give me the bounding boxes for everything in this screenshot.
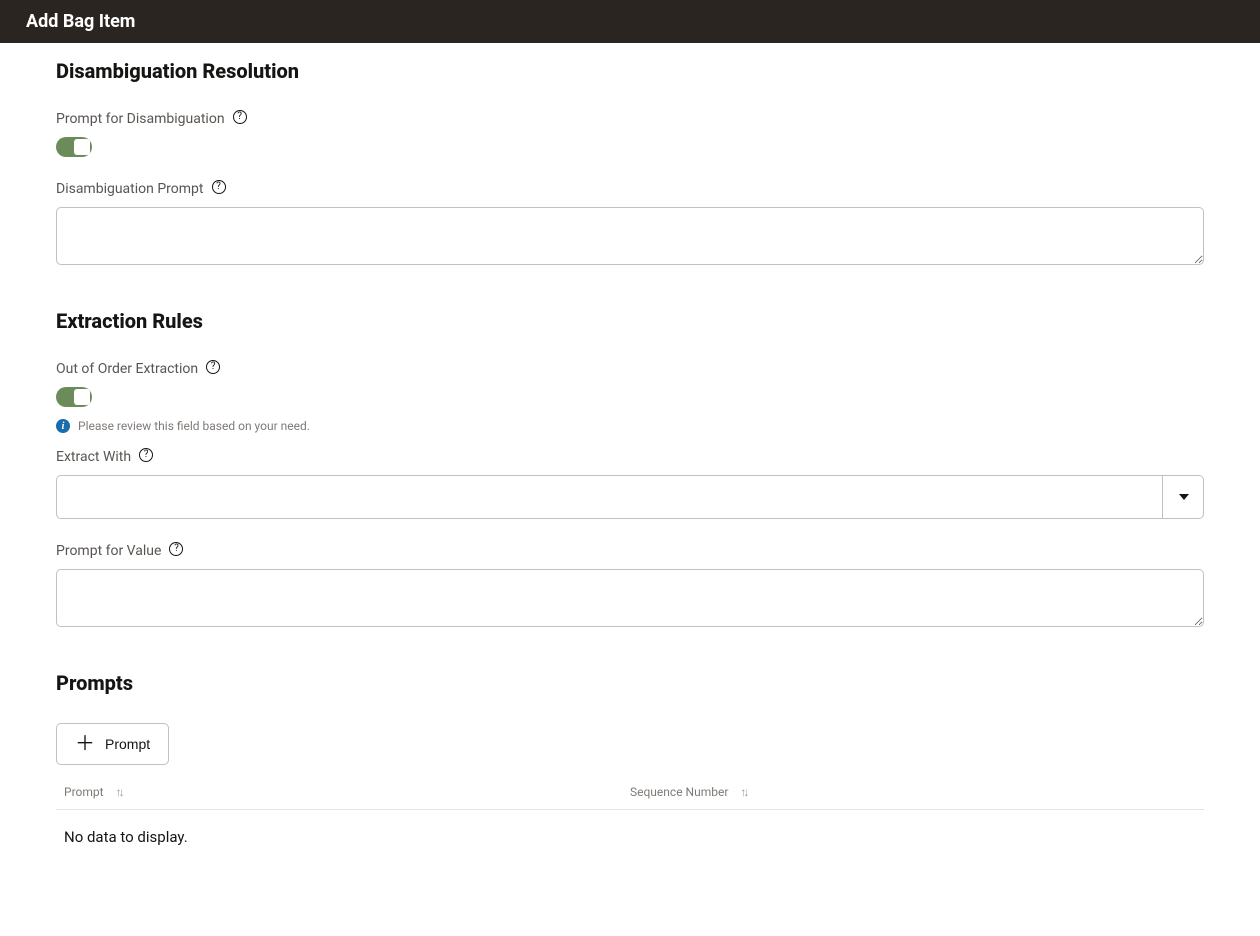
prompt-for-disambiguation-label: Prompt for Disambiguation xyxy=(56,111,225,127)
disambiguation-prompt-label: Disambiguation Prompt xyxy=(56,181,204,197)
section-heading-disambiguation: Disambiguation Resolution xyxy=(56,59,1204,83)
field-prompt-for-disambiguation: Prompt for Disambiguation ? xyxy=(56,111,1204,157)
column-sequence-label: Sequence Number xyxy=(630,785,728,799)
field-out-of-order: Out of Order Extraction ? i Please revie… xyxy=(56,361,1204,433)
sort-icon: ↑↓ xyxy=(740,785,746,799)
field-prompt-for-value: Prompt for Value ? xyxy=(56,543,1204,631)
extract-with-select[interactable] xyxy=(56,475,1204,519)
prompt-for-value-label: Prompt for Value xyxy=(56,543,161,559)
section-extraction: Extraction Rules Out of Order Extraction… xyxy=(56,309,1204,631)
help-icon[interactable]: ? xyxy=(206,360,220,374)
page-header: Add Bag Item xyxy=(0,0,1260,43)
section-prompts: Prompts ＋ Prompt Prompt ↑↓ Sequence Numb… xyxy=(56,671,1204,856)
prompts-table-header: Prompt ↑↓ Sequence Number ↑↓ xyxy=(56,785,1204,810)
section-heading-prompts: Prompts xyxy=(56,671,1204,695)
prompt-for-value-input[interactable] xyxy=(56,569,1204,627)
sort-icon: ↑↓ xyxy=(116,785,122,799)
info-icon: i xyxy=(56,419,70,433)
column-header-prompt[interactable]: Prompt ↑↓ xyxy=(56,785,630,799)
help-icon[interactable]: ? xyxy=(169,542,183,556)
add-prompt-button[interactable]: ＋ Prompt xyxy=(56,723,169,765)
section-disambiguation: Disambiguation Resolution Prompt for Dis… xyxy=(56,59,1204,269)
info-message: Please review this field based on your n… xyxy=(78,419,310,433)
help-icon[interactable]: ? xyxy=(233,110,247,124)
field-disambiguation-prompt: Disambiguation Prompt ? xyxy=(56,181,1204,269)
column-header-sequence[interactable]: Sequence Number ↑↓ xyxy=(630,785,1204,799)
out-of-order-label: Out of Order Extraction xyxy=(56,361,198,377)
out-of-order-toggle[interactable] xyxy=(56,387,92,407)
extract-with-label: Extract With xyxy=(56,449,131,465)
field-extract-with: Extract With ? xyxy=(56,449,1204,519)
section-heading-extraction: Extraction Rules xyxy=(56,309,1204,333)
info-row: i Please review this field based on your… xyxy=(56,419,1204,433)
add-prompt-button-label: Prompt xyxy=(105,736,150,752)
column-prompt-label: Prompt xyxy=(64,785,104,799)
prompt-for-disambiguation-toggle[interactable] xyxy=(56,137,92,157)
plus-icon: ＋ xyxy=(75,734,95,754)
page-title: Add Bag Item xyxy=(26,11,135,32)
help-icon[interactable]: ? xyxy=(139,448,153,462)
table-empty-message: No data to display. xyxy=(56,810,1204,856)
content-area: Disambiguation Resolution Prompt for Dis… xyxy=(0,43,1260,936)
help-icon[interactable]: ? xyxy=(212,180,226,194)
disambiguation-prompt-input[interactable] xyxy=(56,207,1204,265)
